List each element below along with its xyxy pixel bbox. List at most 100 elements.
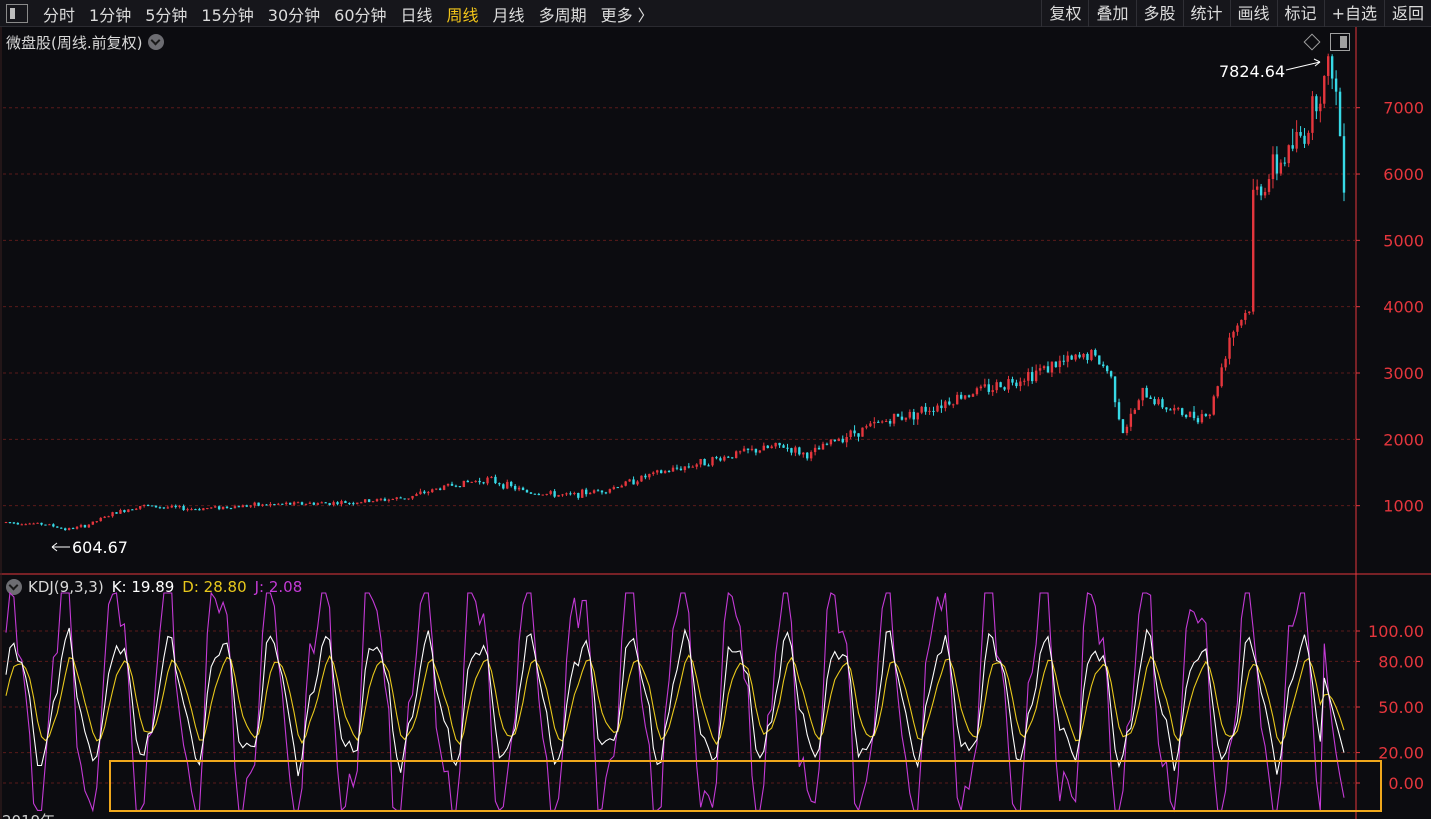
candle-body [186, 509, 189, 511]
candle-body [1248, 311, 1251, 313]
candle-body [845, 436, 848, 443]
candle-body [217, 506, 221, 510]
candle-body [292, 502, 296, 505]
candle-body [1177, 408, 1180, 410]
candle-body [1105, 366, 1109, 372]
candle-body [494, 476, 497, 484]
candle-body [170, 505, 173, 508]
candle-body [300, 502, 304, 505]
chart-canvas[interactable]: 7000 6000 5000 4000 3000 2000 1000 100.00 80.00 5… [0, 0, 1431, 819]
candle-body [510, 481, 513, 486]
candle-body [948, 401, 951, 405]
candle-body [711, 457, 714, 466]
candle-body [754, 448, 758, 453]
candle-body [517, 487, 521, 490]
candle-body [588, 492, 592, 495]
candle-body [1169, 409, 1172, 411]
candle-body [806, 452, 809, 459]
candle-body [8, 522, 12, 524]
candle-body [336, 502, 339, 505]
candle-body [719, 458, 722, 461]
candle-body [1109, 371, 1113, 377]
candle-body [56, 526, 59, 528]
candle-body [892, 413, 896, 424]
candle-body [87, 524, 91, 528]
candle-body [438, 488, 442, 490]
candle-body [320, 502, 323, 504]
candle-body [1054, 361, 1058, 368]
candle-body [360, 502, 363, 504]
candle-body [1046, 366, 1050, 373]
candle-body [40, 522, 43, 525]
candle-body [715, 457, 718, 459]
candle-body [1157, 399, 1160, 405]
candle-body [695, 464, 698, 467]
max-marker-line [1285, 61, 1321, 71]
candle-body [407, 498, 410, 500]
candle-body [194, 509, 197, 511]
candle-body [746, 448, 750, 450]
candle-body [154, 505, 158, 508]
candle-body [1220, 367, 1223, 387]
candle-body [628, 479, 631, 482]
candle-body [648, 473, 651, 478]
candle-body [675, 467, 679, 469]
candle-body [1180, 408, 1184, 415]
candle-body [1133, 409, 1137, 414]
candle-body [983, 384, 987, 387]
kdj-tick-label: 80.00 [1378, 652, 1424, 671]
candle-body [581, 489, 584, 498]
candle-body [888, 421, 892, 424]
candle-body [288, 502, 292, 505]
candle-body [1291, 145, 1294, 149]
candle-body [233, 506, 237, 509]
candle-body [1323, 75, 1326, 104]
candle-body [663, 471, 667, 474]
candle-body [979, 386, 983, 389]
candle-body [1283, 162, 1286, 164]
candle-body [521, 487, 525, 491]
candle-body [1030, 372, 1034, 382]
candle-body [1271, 154, 1275, 180]
candle-body [861, 427, 864, 437]
candle-body [395, 497, 398, 499]
candle-body [624, 481, 627, 486]
candle-body [12, 522, 16, 524]
candle-body [762, 445, 766, 451]
candle-body [442, 485, 446, 490]
candle-body [1275, 154, 1279, 174]
candle-body [1334, 78, 1338, 92]
candle-body [782, 445, 785, 448]
candle-body [1311, 96, 1314, 133]
candle-body [1338, 91, 1342, 137]
candle-body [237, 506, 241, 508]
candle-body [1042, 366, 1046, 369]
candle-body [569, 493, 572, 495]
candle-body [758, 450, 762, 453]
candle-body [312, 502, 316, 505]
candle-body [99, 517, 102, 522]
candle-body [794, 447, 797, 453]
candle-body [265, 504, 268, 506]
candle-body [178, 506, 181, 508]
candle-body [920, 406, 923, 413]
candle-body [995, 382, 998, 391]
candle-body [766, 445, 769, 449]
candle-body [1070, 355, 1073, 360]
candle-body [1327, 56, 1330, 76]
x-axis-first-label: 2019年 [2, 812, 55, 819]
candle-body [316, 503, 320, 505]
candle-body [1319, 103, 1322, 112]
candle-body [340, 501, 343, 505]
candle-body [478, 480, 481, 483]
candle-body [1267, 179, 1271, 192]
candle-body [356, 502, 359, 505]
candle-body [1125, 426, 1129, 433]
candle-body [770, 446, 773, 449]
candle-body [202, 508, 205, 511]
candle-body [111, 512, 114, 517]
candle-body [1236, 325, 1239, 332]
candle-body [142, 504, 146, 507]
candle-body [873, 421, 876, 424]
candle-body [1279, 162, 1283, 174]
